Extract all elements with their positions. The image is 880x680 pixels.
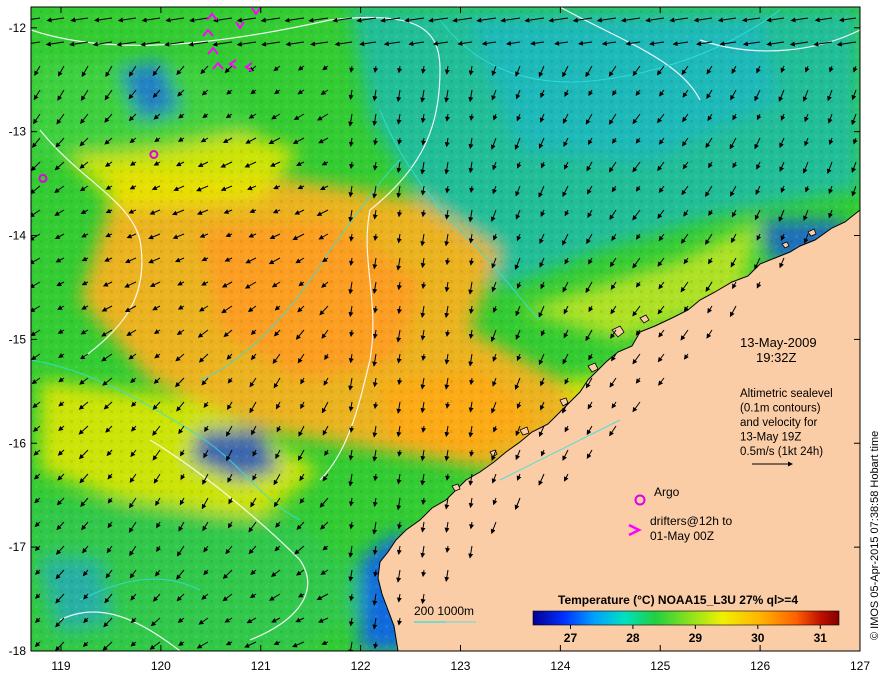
x-tick-label: 122 <box>351 659 371 673</box>
drifter-legend-line1: drifters@12h to <box>650 514 733 528</box>
colorbar <box>532 610 840 626</box>
altimetry-note-line: 13-May 19Z <box>740 432 801 444</box>
altimetry-note-line: Altimetric sealevel <box>740 388 833 400</box>
y-tick-label: -18 <box>9 644 27 658</box>
x-tick-label: 119 <box>51 659 70 673</box>
credit-text: © IMOS 05-Apr-2015 07:38:58 Hobart time <box>869 431 880 640</box>
drifter-legend-line2: 01-May 00Z <box>650 529 714 543</box>
colorbar-tick-label: 30 <box>751 631 765 645</box>
y-axis-labels: -12 -13 -14 -15 -16 -17 -18 <box>9 21 27 658</box>
x-tick-label: 124 <box>550 659 570 673</box>
y-tick-label: -13 <box>9 125 27 139</box>
y-tick-label: -15 <box>9 332 27 346</box>
y-tick-label: -12 <box>9 21 27 35</box>
x-tick-label: 127 <box>850 659 870 673</box>
altimetry-note-line: 0.5m/s (1kt 24h) <box>740 446 823 458</box>
y-tick-label: -16 <box>9 436 27 450</box>
y-tick-label: -14 <box>9 229 27 243</box>
argo-legend-label: Argo <box>654 485 680 499</box>
depth-legend-label: 200 1000m <box>414 604 474 618</box>
colorbar-tick-label: 29 <box>689 631 703 645</box>
x-axis-labels: 119 120 121 122 123 124 125 126 127 <box>51 659 870 673</box>
x-tick-label: 125 <box>650 659 670 673</box>
altimetry-note-line: and velocity for <box>740 417 818 429</box>
colorbar-tick-label: 27 <box>564 631 578 645</box>
colorbar-title: Temperature (°C) NOAA15_L3U 27% ql>=4 <box>558 593 798 607</box>
x-tick-label: 120 <box>151 659 171 673</box>
x-tick-label: 126 <box>750 659 770 673</box>
x-tick-label: 123 <box>450 659 470 673</box>
sst-map: 119 120 121 122 123 124 125 126 127 -12 -13 -14 -15… <box>9 6 880 673</box>
y-tick-label: -17 <box>9 540 27 554</box>
colorbar-tick-label: 28 <box>626 631 640 645</box>
annotation-date: 13-May-2009 <box>740 335 817 350</box>
altimetry-note-line: (0.1m contours) <box>740 403 821 415</box>
annotation-time: 19:32Z <box>756 350 797 365</box>
x-tick-label: 121 <box>251 659 271 673</box>
colorbar-tick-label: 31 <box>814 631 828 645</box>
